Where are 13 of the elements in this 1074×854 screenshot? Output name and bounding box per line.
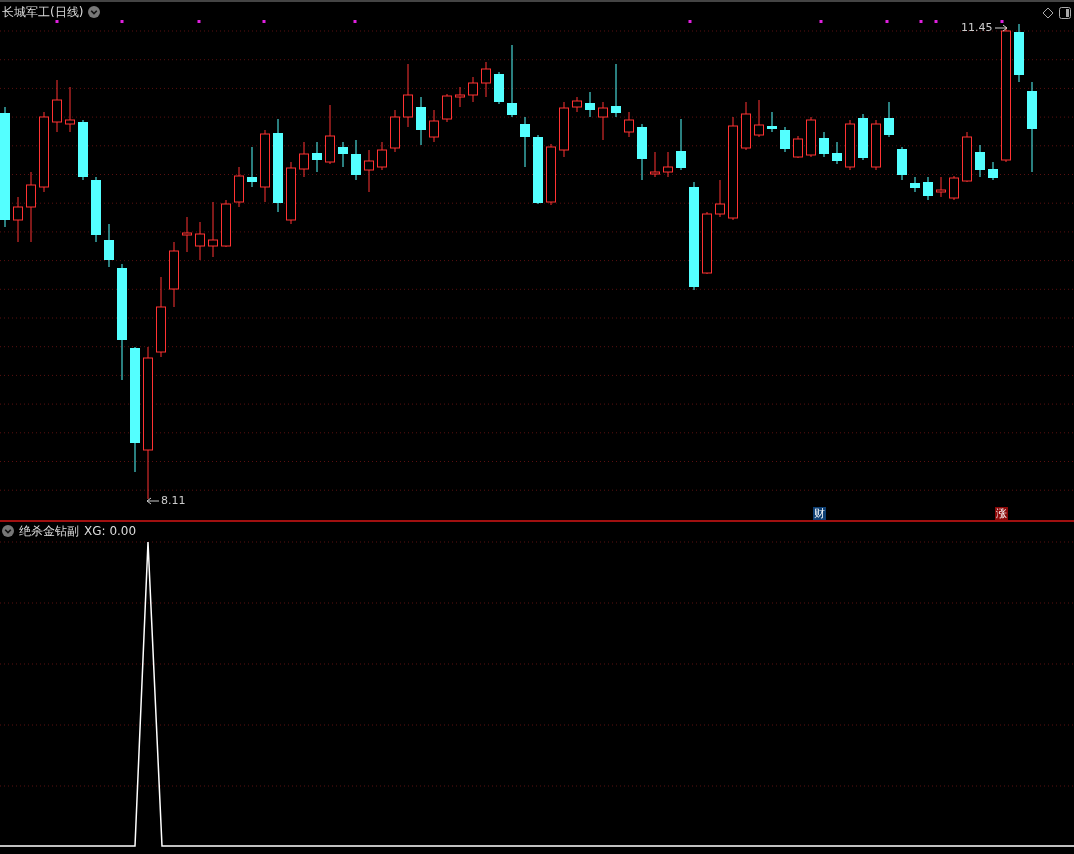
event-badge[interactable]: 财 [813,507,826,520]
arrow-icon [993,23,1008,32]
arrow-icon [146,496,160,505]
event-badge[interactable]: 涨 [995,507,1008,520]
diamond-icon[interactable] [1042,7,1054,19]
indicator-reading: XG: 0.00 [84,523,137,539]
panel-toggle-icon[interactable] [1059,7,1071,19]
chart-title: 长城军工(日线) [2,4,84,20]
indicator-name: 绝杀金钻副 [19,523,79,539]
low-price-label: 8.11 [161,494,186,507]
dropdown-icon[interactable] [88,6,101,18]
high-price-label: 11.45 [961,21,993,34]
dropdown-icon[interactable] [2,525,14,537]
